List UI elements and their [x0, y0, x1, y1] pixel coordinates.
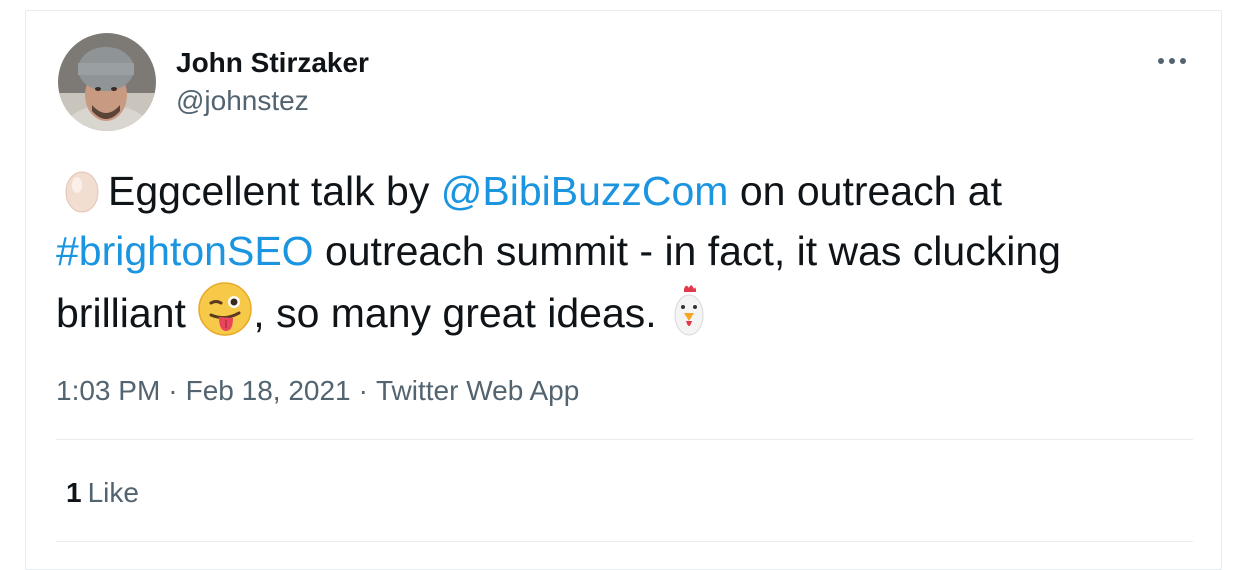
- chicken-icon: [668, 281, 708, 337]
- tweet-date-link[interactable]: Feb 18, 2021: [186, 375, 351, 406]
- tweet-text: Eggcellent talk by @BibiBuzzCom on outre…: [56, 161, 1196, 343]
- avatar-photo: [58, 33, 156, 131]
- egg-icon: [56, 163, 108, 215]
- meta-separator: ·: [358, 375, 368, 406]
- hashtag-link[interactable]: #brightonSEO: [56, 228, 314, 274]
- like-label: Like: [87, 477, 139, 508]
- tweet-meta: 1:03 PM · Feb 18, 2021 · Twitter Web App: [56, 375, 579, 407]
- likes-link[interactable]: 1 Like: [66, 477, 139, 509]
- divider: [56, 439, 1193, 440]
- tweet-text-segment: on outreach at: [728, 168, 1002, 214]
- more-icon: [1158, 58, 1186, 64]
- tweet-line-3: brilliant , so many great ideas.: [56, 281, 1196, 343]
- tweet-time-link[interactable]: 1:03 PM: [56, 375, 160, 406]
- tweet-text-segment: outreach summit - in fact, it was clucki…: [313, 228, 1061, 274]
- tweet-card: John Stirzaker @johnstez Eggcellent talk…: [25, 10, 1222, 570]
- tweet-line-2: #brightonSEO outreach summit - in fact, …: [56, 221, 1196, 281]
- meta-separator: ·: [168, 375, 178, 406]
- tweet-text-segment: Eggcellent talk by: [108, 168, 441, 214]
- author-name[interactable]: John Stirzaker: [176, 47, 369, 79]
- like-count: 1: [66, 477, 82, 508]
- mention-link[interactable]: @BibiBuzzCom: [441, 168, 729, 214]
- more-options-button[interactable]: [1152, 49, 1192, 73]
- tweet-source-link[interactable]: Twitter Web App: [376, 375, 579, 406]
- tweet-text-segment: , so many great ideas.: [253, 290, 669, 336]
- winking-tongue-face-icon: [197, 281, 253, 337]
- divider: [56, 541, 1193, 542]
- avatar[interactable]: [58, 33, 156, 131]
- author-handle[interactable]: @johnstez: [176, 85, 309, 117]
- tweet-line-1: Eggcellent talk by @BibiBuzzCom on outre…: [56, 161, 1196, 221]
- tweet-text-segment: brilliant: [56, 290, 198, 336]
